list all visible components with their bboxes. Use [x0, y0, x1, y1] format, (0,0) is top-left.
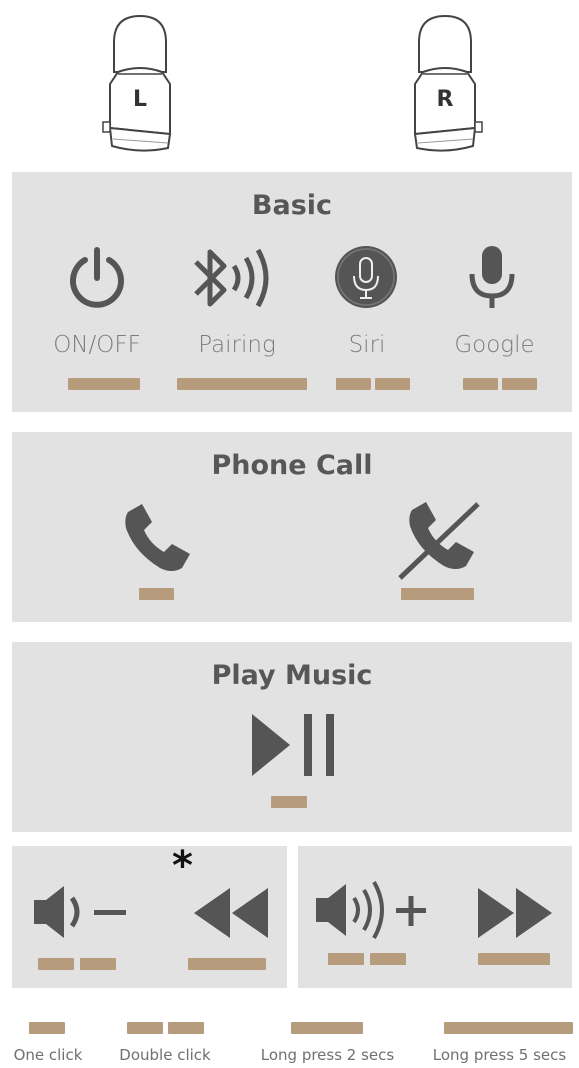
legend-label-long-press-2: Long press 2 secs — [260, 1046, 395, 1064]
gesture-double-click-bar — [375, 378, 410, 390]
rewind-icon — [194, 888, 268, 938]
left-earbud-icon — [102, 14, 172, 152]
legend-label-long-press-5: Long press 5 secs — [432, 1046, 567, 1064]
legend: One click Double click Long press 2 secs… — [0, 1012, 579, 1068]
gesture-double-click-bar — [328, 953, 364, 965]
left-earbud-label: L — [132, 87, 148, 112]
legend-double-click-bar — [127, 1022, 163, 1034]
legend-double-click-bar — [168, 1022, 204, 1034]
basic-title: Basic — [251, 190, 333, 221]
volume-up-forward-panel — [298, 846, 572, 988]
phone-call-panel: Phone Call — [12, 432, 572, 622]
gesture-long-press-2-bar — [188, 958, 266, 970]
volume-up-icon — [316, 881, 426, 939]
play-pause-icon — [252, 714, 334, 776]
volume-down-icon — [34, 886, 126, 938]
bluetooth-icon — [194, 248, 269, 308]
gesture-double-click-bar — [336, 378, 371, 390]
gesture-double-click-bar — [80, 958, 116, 970]
legend-one-click-bar — [29, 1022, 65, 1034]
phone-call-title: Phone Call — [211, 450, 373, 481]
gesture-one-click-bar — [139, 588, 174, 600]
gesture-double-click-bar — [463, 378, 498, 390]
legend-label-one-click: One click — [13, 1046, 83, 1064]
power-icon — [70, 247, 124, 308]
play-music-title: Play Music — [211, 660, 373, 691]
phone-reject-icon — [398, 502, 480, 580]
phone-answer-icon — [125, 504, 190, 571]
right-earbud-label: R — [436, 87, 454, 112]
basic-label-pairing: Pairing — [198, 332, 276, 358]
basic-label-onoff: ON/OFF — [53, 332, 141, 358]
gesture-long-press-2-bar — [478, 953, 550, 965]
gesture-double-click-bar — [502, 378, 537, 390]
gesture-double-click-bar — [38, 958, 74, 970]
gesture-long-press-2-bar — [401, 588, 474, 600]
play-music-panel: Play Music — [12, 642, 572, 832]
asterisk-note: * — [172, 843, 193, 889]
legend-long-press-5-bar — [444, 1022, 573, 1034]
microphone-icon — [469, 246, 515, 308]
legend-long-press-2-bar — [291, 1022, 363, 1034]
fast-forward-icon — [478, 888, 552, 938]
basic-panel: Basic ON/OFF Pairing Siri Google — [12, 172, 572, 412]
volume-down-rewind-panel: * — [12, 846, 287, 988]
gesture-one-click-bar — [271, 796, 307, 808]
gesture-long-press-2-bar — [68, 378, 140, 390]
gesture-double-click-bar — [370, 953, 406, 965]
gesture-long-press-5-bar — [177, 378, 307, 390]
basic-label-siri: Siri — [348, 332, 386, 358]
right-earbud-icon — [413, 14, 483, 152]
siri-microphone-icon — [335, 246, 397, 308]
basic-label-google: Google — [454, 332, 535, 358]
legend-label-double-click: Double click — [119, 1046, 211, 1064]
